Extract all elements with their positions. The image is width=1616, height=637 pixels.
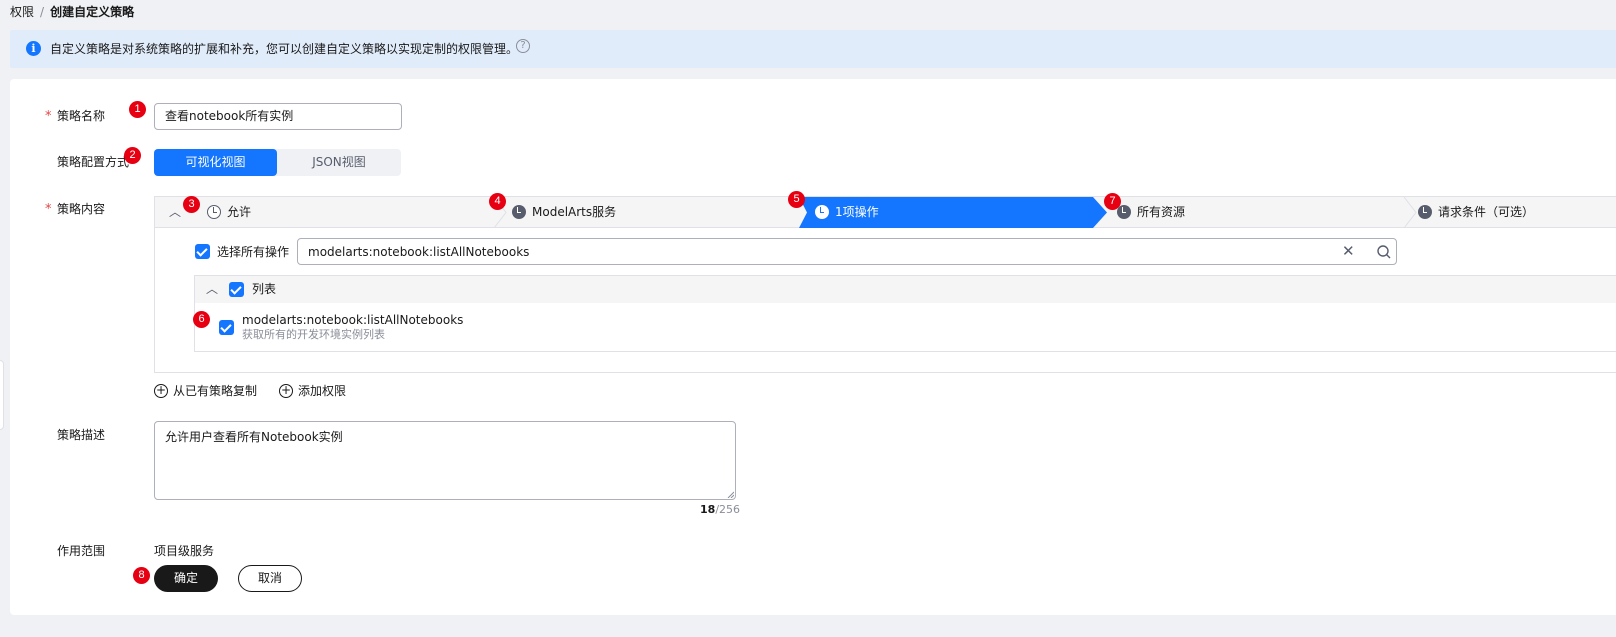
json-view-tab[interactable]: JSON视图 [277,149,401,176]
info-text: 自定义策略是对系统策略的扩展和补充，您可以创建自定义策略以实现定制的权限管理。 [50,42,519,56]
step-service[interactable]: ModelArts服务 [512,197,616,228]
step-conditions[interactable]: 请求条件（可选） [1418,197,1534,228]
policy-name-input[interactable]: 查看notebook所有实例 [154,103,402,130]
action-search-input[interactable]: modelarts:notebook:listAllNotebooks ✕ [297,238,1397,265]
visual-view-tab[interactable]: 可视化视图 [154,149,277,176]
clear-icon[interactable]: ✕ [1342,243,1355,260]
action-item-title: modelarts:notebook:listAllNotebooks [242,313,464,327]
action-group: ︿ 列表 modelarts:notebook:listAllNotebooks… [194,275,1616,352]
breadcrumb-separator: / [40,5,45,19]
step-marker-7: 7 [1104,193,1121,210]
group-label: 列表 [252,282,277,296]
add-permission-label: 添加权限 [298,384,347,398]
search-icon[interactable] [1376,244,1392,260]
breadcrumb-parent[interactable]: 权限 [10,5,34,19]
policy-steps-bar: ︿ 允许 ModelArts服务 1项操作 所有资源 请求条件（可选） [155,197,1616,228]
step-marker-1: 1 [129,101,146,118]
clock-outline-icon [207,204,221,219]
chevron-up-icon[interactable]: ︿ [206,283,218,295]
step-effect[interactable]: 允许 [207,197,251,228]
step-actions[interactable]: 1项操作 [815,197,879,228]
checkbox-checked-icon [195,244,210,259]
required-mark-content: * [45,202,52,217]
breadcrumb-current: 创建自定义策略 [50,5,135,19]
group-checkbox[interactable] [229,282,244,297]
step-resources[interactable]: 所有资源 [1117,197,1185,228]
required-mark-name: * [45,109,52,124]
policy-desc-textarea[interactable]: 允许用户查看所有Notebook实例 [154,421,736,500]
chevron-up-icon[interactable]: ︿ [169,206,181,218]
step-resources-label: 所有资源 [1137,205,1186,219]
plus-circle-icon: + [154,382,168,398]
step-marker-3: 3 [183,196,200,213]
policy-desc-label: 策略描述 [57,428,106,442]
step-service-label: ModelArts服务 [532,205,617,219]
select-all-label: 选择所有操作 [217,245,290,259]
search-value: modelarts:notebook:listAllNotebooks [308,245,530,259]
step-actions-label: 1项操作 [835,205,879,219]
desc-char-counter: 18/256 [700,503,740,517]
info-banner: i 自定义策略是对系统策略的扩展和补充，您可以创建自定义策略以实现定制的权限管理… [10,30,1616,68]
info-icon: i [26,41,41,56]
checkbox-checked-icon [229,282,244,297]
side-notch[interactable] [0,360,4,430]
policy-name-label: 策略名称 [57,109,106,123]
copy-from-policy-label: 从已有策略复制 [173,384,258,398]
step-marker-8: 8 [133,567,150,584]
action-item-checkbox[interactable] [219,320,234,335]
plus-circle-icon: + [279,382,293,398]
action-group-header: ︿ 列表 [195,276,1616,303]
config-mode-label: 策略配置方式 [57,155,130,169]
clock-icon [1418,204,1432,219]
cancel-button[interactable]: 取消 [238,565,302,592]
step-marker-2: 2 [124,147,141,164]
step-marker-5: 5 [788,191,805,208]
select-all-checkbox[interactable] [195,244,210,259]
policy-content-label: 策略内容 [57,202,106,216]
scope-label: 作用范围 [57,544,106,558]
step-effect-label: 允许 [227,205,252,219]
clock-icon [815,204,829,219]
step-marker-6: 6 [193,311,210,328]
desc-char-count: 18 [700,503,716,516]
policy-content-box: ︿ 允许 ModelArts服务 1项操作 所有资源 请求条件（可选） 选择所有… [154,196,1616,373]
step-divider [1403,197,1417,228]
step-conditions-label: 请求条件（可选） [1438,205,1535,219]
resize-handle-icon[interactable] [727,491,734,498]
clock-icon [512,204,526,219]
help-icon[interactable]: ? [516,39,530,53]
checkbox-checked-icon [219,320,234,335]
add-permission-link[interactable]: + 添加权限 [279,383,346,399]
config-mode-switch: 可视化视图 JSON视图 [154,149,401,176]
step-marker-4: 4 [489,193,506,210]
scope-value: 项目级服务 [154,544,215,558]
copy-from-policy-link[interactable]: + 从已有策略复制 [154,383,257,399]
confirm-button[interactable]: 确定 [154,565,218,592]
breadcrumb: 权限 / 创建自定义策略 [10,4,134,20]
desc-char-max: /256 [715,503,741,516]
action-item-desc: 获取所有的开发环境实例列表 [242,328,385,341]
